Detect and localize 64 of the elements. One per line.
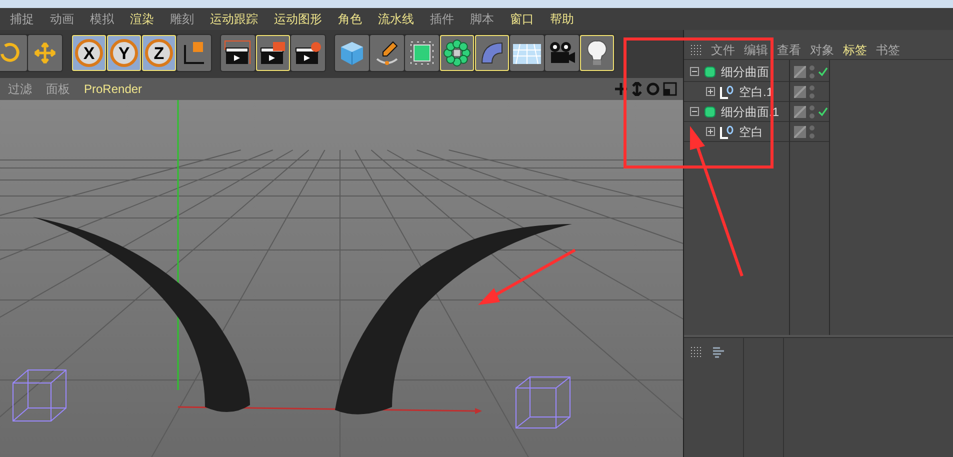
cube-icon: [338, 39, 366, 67]
toolbar-button[interactable]: [291, 35, 325, 71]
menu-item[interactable]: 动画: [50, 10, 74, 28]
menu-item[interactable]: 运动跟踪: [210, 10, 258, 28]
toolbar-button[interactable]: [580, 35, 614, 71]
manager-menu-item[interactable]: 文件: [711, 40, 735, 58]
menu-item[interactable]: 渲染: [130, 10, 154, 28]
left-null-cube-drawing: [12, 370, 66, 422]
menu-item[interactable]: 角色: [338, 10, 362, 28]
rotate-icon: [0, 42, 21, 64]
subdivision-cube-icon: [408, 39, 436, 67]
manager-menu-item[interactable]: 标签: [843, 40, 867, 58]
visibility-dots-icon[interactable]: [809, 64, 815, 78]
manager-menu-item[interactable]: 对象: [810, 40, 834, 58]
menu-item[interactable]: 插件: [430, 10, 454, 28]
manager-menu-item[interactable]: 查看: [777, 40, 801, 58]
menu-item[interactable]: 窗口: [510, 10, 534, 28]
object-name[interactable]: 细分曲面: [721, 62, 769, 80]
expand-toggle-icon[interactable]: [706, 87, 715, 96]
subdivision-object-icon: [703, 104, 717, 118]
dolly-arrow-icon[interactable]: [631, 82, 643, 96]
menu-item[interactable]: 运动图形: [274, 10, 322, 28]
light-bulb-icon: [586, 39, 608, 67]
menu-item[interactable]: 捕捉: [10, 10, 34, 28]
checkmark-icon[interactable]: [818, 106, 828, 116]
menu-item[interactable]: 流水线: [378, 10, 414, 28]
visibility-dots-icon[interactable]: [809, 124, 815, 138]
toolbar-button[interactable]: [370, 35, 404, 71]
expand-toggle-icon[interactable]: [706, 127, 715, 136]
collapse-toggle-icon[interactable]: [690, 67, 699, 76]
camera-icon: [547, 40, 577, 66]
viewport-menu-item[interactable]: ProRender: [84, 80, 142, 98]
null-object-icon: [719, 124, 735, 138]
menu-item[interactable]: 雕刻: [170, 10, 194, 28]
collapse-toggle-icon[interactable]: [690, 107, 699, 116]
menu-item[interactable]: 模拟: [90, 10, 114, 28]
orbit-icon[interactable]: [646, 82, 660, 96]
toolbar-button[interactable]: [177, 35, 211, 71]
cloner-icon: [443, 39, 471, 67]
checkmark-icon[interactable]: [818, 66, 828, 76]
object-name[interactable]: 空白: [739, 122, 763, 140]
toolbar-button[interactable]: [545, 35, 579, 71]
layer-swatch-icon[interactable]: [794, 106, 806, 118]
toolbar-button[interactable]: [475, 35, 509, 71]
null-object-icon: [719, 84, 735, 98]
menu-item[interactable]: 帮助: [550, 10, 574, 28]
menu-item[interactable]: 脚本: [470, 10, 494, 28]
layer-swatch-icon[interactable]: [794, 126, 806, 138]
clapperboard-icon: [294, 40, 322, 66]
right-null-cube-drawing: [516, 376, 570, 428]
manager-menu-item[interactable]: 编辑: [744, 40, 768, 58]
layer-swatch-icon[interactable]: [794, 66, 806, 78]
layer-swatch-icon[interactable]: [794, 86, 806, 98]
visibility-dots-icon[interactable]: [809, 84, 815, 98]
subdivision-object-icon: [703, 64, 717, 78]
pan-icon[interactable]: [614, 82, 628, 96]
visibility-dots-icon[interactable]: [809, 104, 815, 118]
clapperboard-icon: [259, 40, 287, 66]
toolbar-button[interactable]: [221, 35, 255, 71]
move-icon: [33, 41, 57, 65]
toolbar-button[interactable]: [256, 35, 290, 71]
maximize-view-icon[interactable]: [663, 82, 677, 96]
manager-menu-item[interactable]: 书签: [876, 40, 900, 58]
clapperboard-icon: [224, 40, 252, 66]
